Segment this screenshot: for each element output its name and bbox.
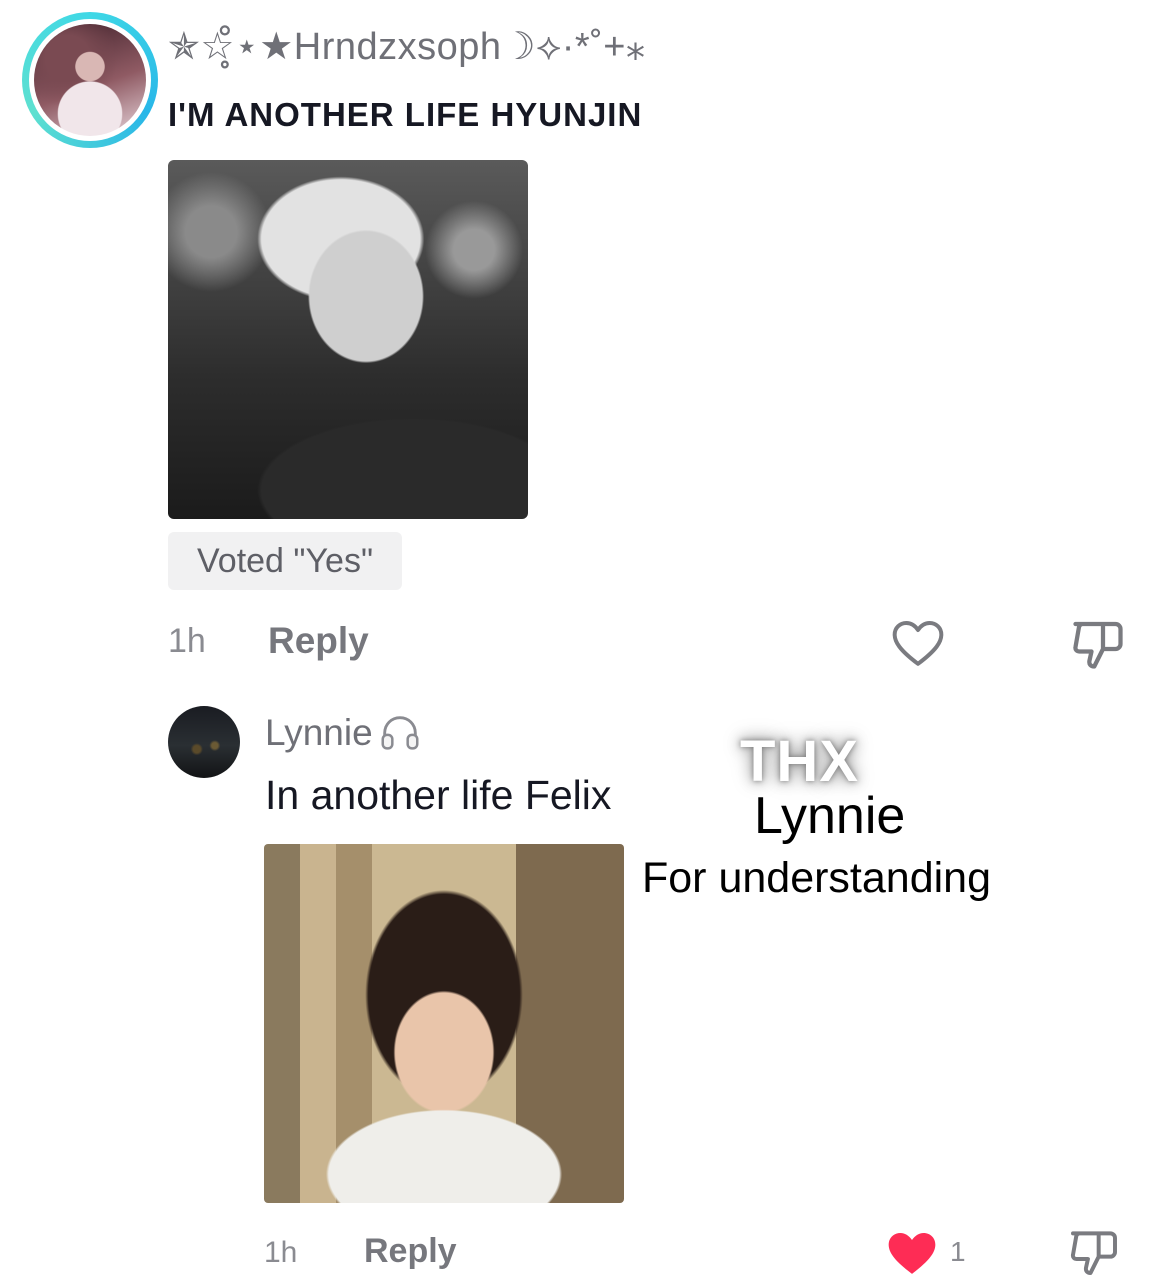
avatar-image <box>34 24 146 136</box>
comment-timestamp: 1h <box>168 622 206 660</box>
poll-vote-badge: Voted "Yes" <box>168 532 402 590</box>
thumbs-down-icon <box>1070 1231 1117 1275</box>
comment-photo[interactable] <box>168 160 528 519</box>
reply-dislike-button[interactable] <box>1066 1224 1122 1280</box>
comment-text: I'M ANOTHER LIFE HYUNJIN <box>168 96 643 133</box>
comment-avatar[interactable] <box>22 12 158 148</box>
heart-filled-icon <box>888 1233 936 1274</box>
reply-photo[interactable] <box>264 844 624 1203</box>
reply-username-text: Lynnie <box>265 712 373 753</box>
reply-avatar[interactable] <box>168 706 240 778</box>
headphones-icon <box>381 716 419 750</box>
reply-button[interactable]: Reply <box>268 620 369 662</box>
reply-reply-button[interactable]: Reply <box>364 1232 457 1271</box>
like-button[interactable] <box>890 616 946 672</box>
thumbs-down-icon <box>1073 621 1123 669</box>
overlay-subtitle-text: For understanding <box>642 854 991 902</box>
comment-username[interactable]: ✯☆̥̊⋆★Hrndzxsoph☽⟡·*˚+⁎ <box>168 24 646 69</box>
overlay-thanks-text: THX <box>740 729 859 794</box>
heart-outline-icon <box>892 621 944 666</box>
reply-like-count: 1 <box>950 1236 966 1267</box>
reply-timestamp: 1h <box>264 1236 298 1269</box>
avatar-ring-gap <box>29 19 151 141</box>
reply-like-button[interactable] <box>884 1226 940 1282</box>
overlay-name-text: Lynnie <box>754 787 906 845</box>
reply-username[interactable]: Lynnie <box>265 710 423 756</box>
reply-text: In another life Felix <box>265 772 612 818</box>
dislike-button[interactable] <box>1068 614 1128 674</box>
